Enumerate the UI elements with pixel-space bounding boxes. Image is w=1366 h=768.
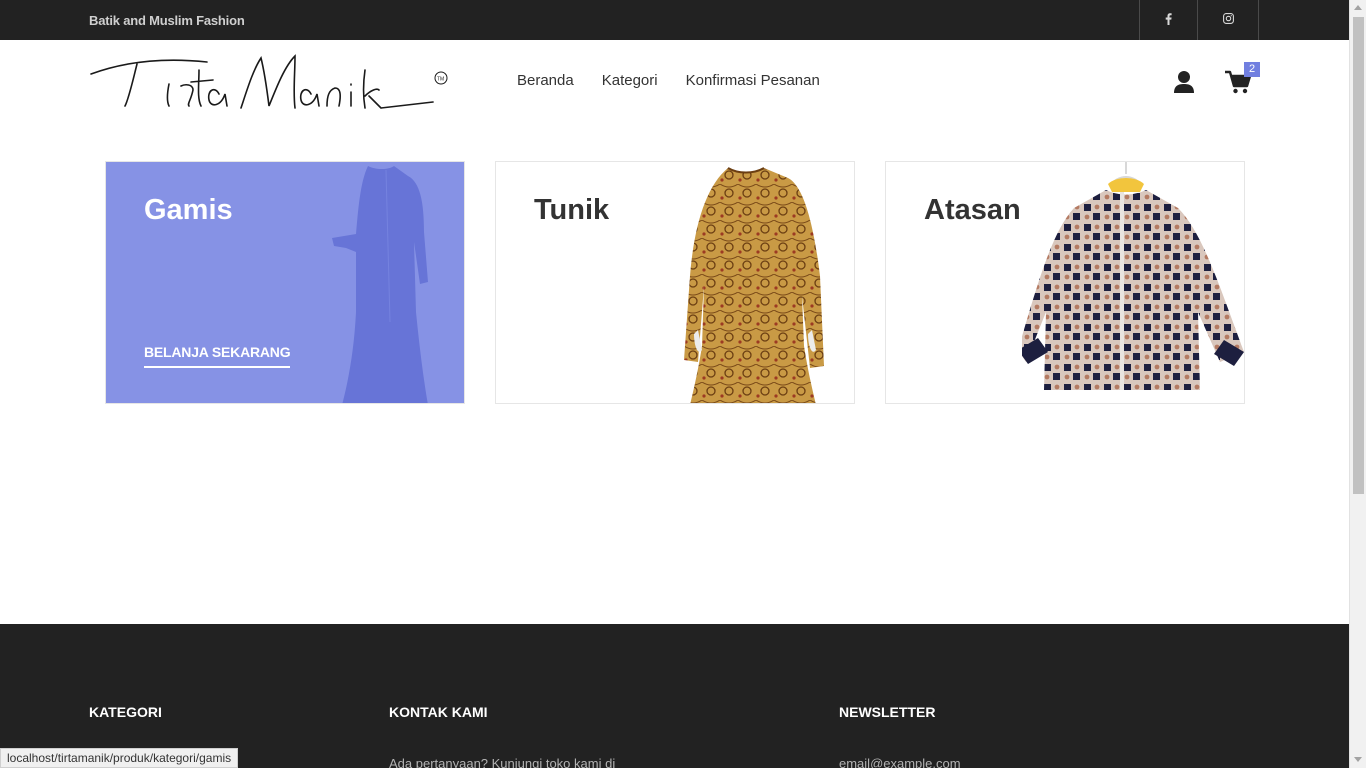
newsletter-email-input[interactable]: email@example.com [839,756,961,768]
page-scrollbar[interactable] [1349,0,1366,768]
site-logo[interactable]: TM [89,50,451,114]
instagram-icon [1222,13,1234,27]
page: Batik and Muslim Fashion TM Beranda Kate… [0,0,1366,768]
scroll-up-arrow-icon[interactable] [1354,5,1362,10]
banner-title-tunik: Tunik [534,194,610,226]
nav-beranda[interactable]: Beranda [517,72,574,89]
facebook-link[interactable] [1139,0,1197,40]
facebook-icon [1165,12,1172,28]
nav-konfirmasi-pesanan[interactable]: Konfirmasi Pesanan [686,72,820,89]
banner-title-gamis: Gamis [144,194,233,226]
category-banner-gamis[interactable]: Gamis BELANJA SEKARANG [105,161,465,404]
shop-now-link[interactable]: BELANJA SEKARANG [144,344,291,368]
instagram-link[interactable] [1197,0,1259,40]
footer-contact-text: Ada pertanyaan? Kunjungi toko kami di [389,756,616,768]
scroll-down-arrow-icon[interactable] [1354,757,1362,762]
user-account-icon[interactable] [1173,70,1195,94]
footer-heading-kategori: KATEGORI [89,704,162,720]
banner-title-atasan: Atasan [924,194,1021,226]
nav-kategori[interactable]: Kategori [602,72,658,89]
tunic-image [684,167,824,403]
main-nav: Beranda Kategori Konfirmasi Pesanan [517,72,820,89]
blouse-image [1022,162,1244,390]
scrollbar-thumb[interactable] [1353,17,1364,494]
footer-heading-newsletter: NEWSLETTER [839,704,936,720]
site-footer: KATEGORI KONTAK KAMI NEWSLETTER Ada pert… [0,624,1349,768]
logo-script-image: TM [90,54,448,109]
category-banner-atasan[interactable]: Atasan [885,161,1245,404]
top-bar: Batik and Muslim Fashion [0,0,1349,40]
link-status-url: localhost/tirtamanik/produk/kategori/gam… [0,748,239,768]
tagline: Batik and Muslim Fashion [89,13,245,28]
footer-heading-kontak: KONTAK KAMI [389,704,488,720]
category-banner-tunik[interactable]: Tunik [495,161,855,404]
svg-text:TM: TM [437,77,444,83]
cart-count-badge: 2 [1244,62,1260,77]
